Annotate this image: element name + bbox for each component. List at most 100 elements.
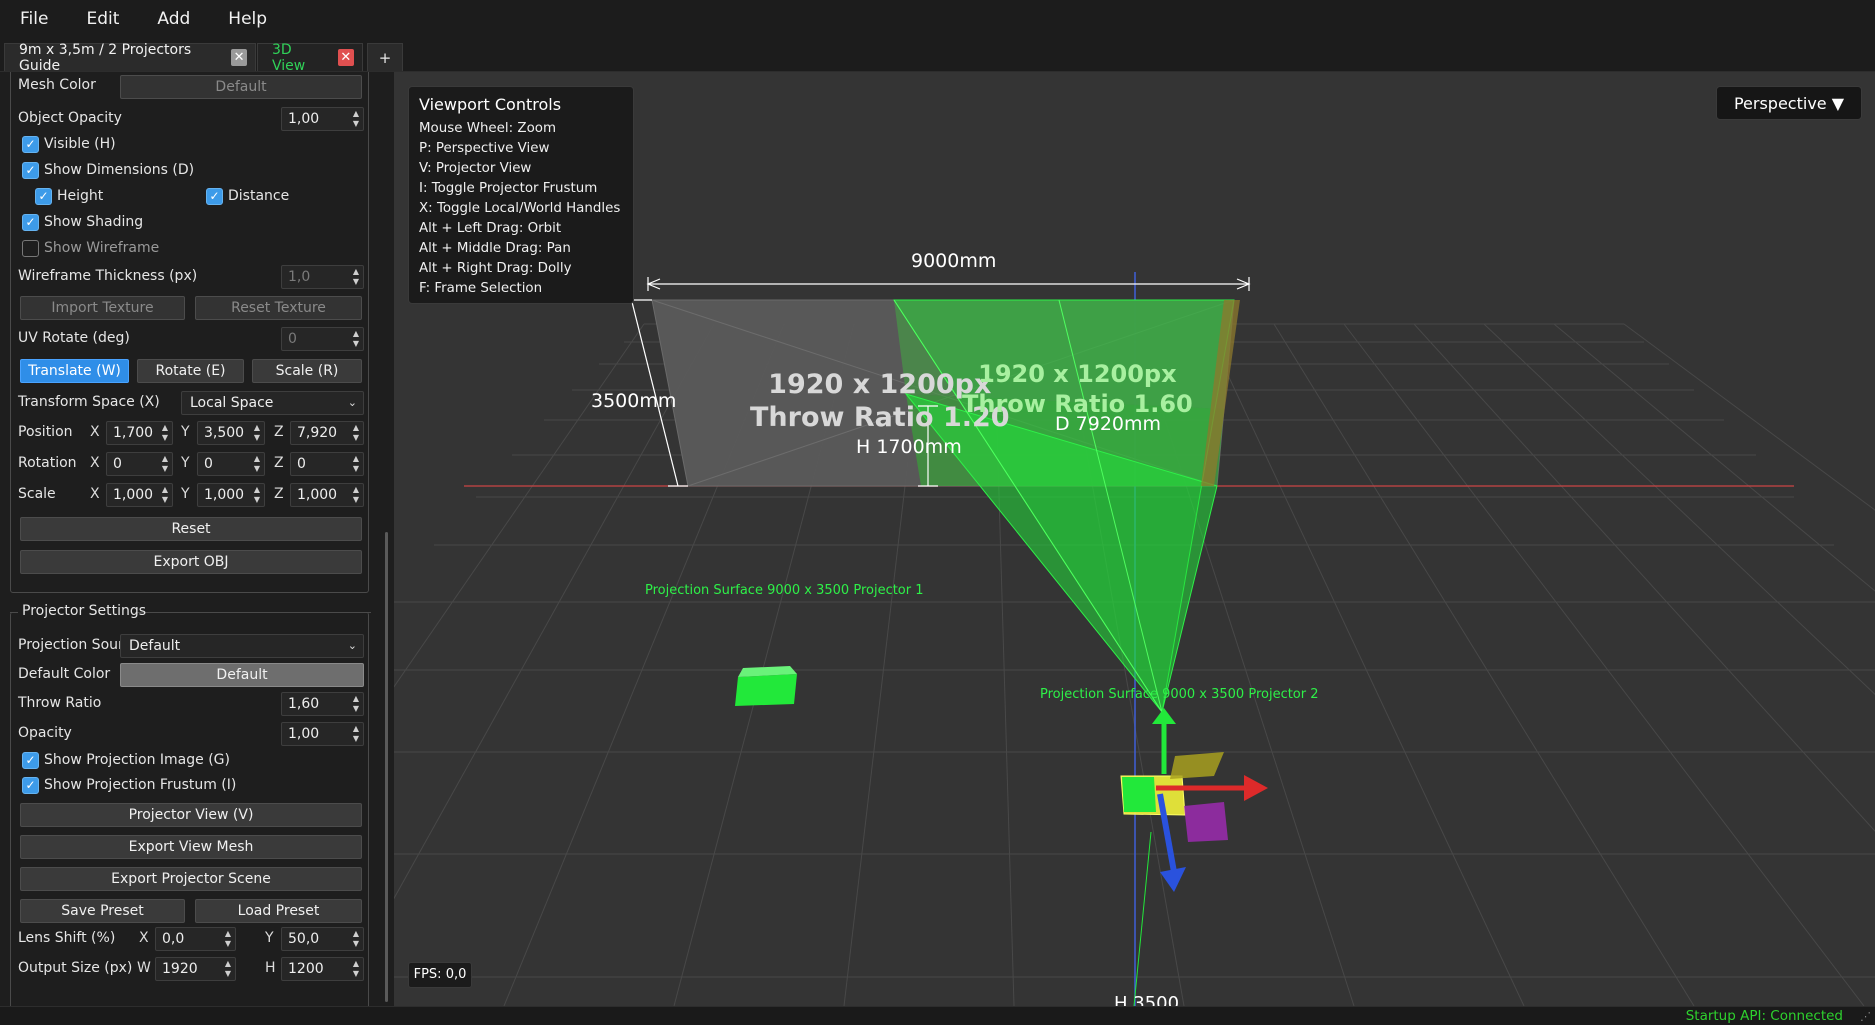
- scale-z-spinbox[interactable]: 1,000 ▲ ▼: [290, 483, 364, 507]
- spin-arrows-icon[interactable]: ▲ ▼: [223, 959, 233, 979]
- rotation-x-spinbox[interactable]: 0 ▲ ▼: [106, 452, 173, 476]
- menu-help[interactable]: Help: [216, 9, 279, 29]
- spin-value: 3,500: [204, 425, 245, 441]
- spin-arrows-icon[interactable]: ▲ ▼: [252, 454, 262, 474]
- rotation-z-spinbox[interactable]: 0 ▲ ▼: [290, 452, 364, 476]
- opacity-label: Opacity: [18, 725, 72, 741]
- spin-arrows-icon[interactable]: ▲ ▼: [351, 329, 361, 349]
- projection-source-dropdown[interactable]: Default ⌄: [120, 634, 364, 658]
- axis-x-label: X: [90, 486, 100, 502]
- spin-arrows-icon[interactable]: ▲ ▼: [252, 485, 262, 505]
- projector-view-button[interactable]: Projector View (V): [20, 803, 362, 827]
- load-preset-button[interactable]: Load Preset: [195, 899, 362, 923]
- properties-sidebar: Mesh Color Default Object Opacity 1,00 ▲ ▼…: [0, 72, 394, 1006]
- spin-arrows-icon[interactable]: ▲ ▼: [351, 267, 361, 287]
- spin-arrows-icon[interactable]: ▲ ▼: [223, 929, 233, 949]
- projector-1-body[interactable]: [735, 674, 797, 706]
- rotation-y-spinbox[interactable]: 0 ▲ ▼: [197, 452, 265, 476]
- d-dimension-label: D 7920mm: [1055, 413, 1162, 435]
- rotate-button[interactable]: Rotate (E): [137, 359, 244, 383]
- sidebar-scrollbar[interactable]: [385, 532, 388, 1002]
- distance-label: Distance: [228, 188, 290, 204]
- position-y-spinbox[interactable]: 3,500 ▲ ▼: [197, 421, 265, 445]
- axis-x-label: X: [139, 930, 149, 946]
- export-obj-button[interactable]: Export OBJ: [20, 550, 362, 574]
- resize-grip-icon[interactable]: ⋰: [1860, 1010, 1871, 1023]
- spin-arrows-icon[interactable]: ▲ ▼: [160, 454, 170, 474]
- show-wireframe-checkbox[interactable]: [22, 240, 39, 257]
- spin-arrows-icon[interactable]: ▲ ▼: [252, 423, 262, 443]
- control-hint: Mouse Wheel: Zoom: [419, 121, 556, 136]
- show-projection-image-label: Show Projection Image (G): [44, 752, 230, 768]
- spin-arrows-icon[interactable]: ▲ ▼: [351, 109, 361, 129]
- reset-texture-button[interactable]: Reset Texture: [195, 296, 362, 320]
- scale-x-spinbox[interactable]: 1,000 ▲ ▼: [106, 483, 173, 507]
- view-mode-dropdown[interactable]: Perspective ▼: [1716, 86, 1862, 120]
- position-z-spinbox[interactable]: 7,920 ▲ ▼: [290, 421, 364, 445]
- lens-shift-x-spinbox[interactable]: 0,0 ▲ ▼: [155, 927, 236, 951]
- spin-arrows-icon[interactable]: ▲ ▼: [351, 485, 361, 505]
- menu-file[interactable]: File: [8, 9, 60, 29]
- wireframe-thickness-spinbox[interactable]: 1,0 ▲ ▼: [281, 265, 364, 289]
- axis-z-label: Z: [274, 486, 284, 502]
- status-bar: Startup API: Connected ⋰: [0, 1006, 1875, 1025]
- reset-transform-button[interactable]: Reset: [20, 517, 362, 541]
- gizmo-xz-plane[interactable]: [1184, 802, 1228, 842]
- spin-arrows-icon[interactable]: ▲ ▼: [351, 694, 361, 714]
- 3d-viewport[interactable]: 9000mm 3500mm 1920 x 1200px Throw Ratio …: [394, 72, 1875, 1006]
- spin-value: 1200: [288, 961, 324, 977]
- chevron-down-icon: ⌄: [347, 639, 357, 652]
- spin-arrows-icon[interactable]: ▲ ▼: [160, 485, 170, 505]
- axis-y-label: Y: [265, 930, 274, 946]
- spin-arrows-icon[interactable]: ▲ ▼: [160, 423, 170, 443]
- height-checkbox[interactable]: ✓: [35, 188, 52, 205]
- throw-ratio-spinbox[interactable]: 1,60 ▲ ▼: [281, 692, 364, 716]
- gizmo-z-arrow[interactable]: [1160, 867, 1186, 892]
- uv-rotate-spinbox[interactable]: 0 ▲ ▼: [281, 327, 364, 351]
- gizmo-y-arrow[interactable]: [1152, 708, 1176, 724]
- menu-edit[interactable]: Edit: [74, 9, 131, 29]
- position-x-spinbox[interactable]: 1,700 ▲ ▼: [106, 421, 173, 445]
- spin-arrows-icon[interactable]: ▲ ▼: [351, 959, 361, 979]
- show-dimensions-checkbox[interactable]: ✓: [22, 162, 39, 179]
- projector-2-body[interactable]: [1122, 777, 1156, 812]
- gizmo-xy-plane[interactable]: [1170, 752, 1224, 779]
- height-label: Height: [57, 188, 104, 204]
- translate-button[interactable]: Translate (W): [20, 359, 129, 383]
- output-width-spinbox[interactable]: 1920 ▲ ▼: [155, 957, 236, 981]
- export-projector-scene-button[interactable]: Export Projector Scene: [20, 867, 362, 891]
- distance-checkbox[interactable]: ✓: [206, 188, 223, 205]
- close-icon[interactable]: ✕: [337, 49, 354, 66]
- position-label: Position: [18, 424, 73, 440]
- spin-arrows-icon[interactable]: ▲ ▼: [351, 724, 361, 744]
- save-preset-button[interactable]: Save Preset: [20, 899, 185, 923]
- scale-button[interactable]: Scale (R): [252, 359, 362, 383]
- gizmo-x-arrow[interactable]: [1244, 775, 1268, 801]
- tab-3d-view[interactable]: 3D View ✕: [257, 42, 363, 74]
- object-opacity-spinbox[interactable]: 1,00 ▲ ▼: [281, 107, 364, 131]
- chevron-down-icon: ⌄: [347, 396, 357, 409]
- close-icon[interactable]: ✕: [231, 49, 247, 66]
- transform-space-dropdown[interactable]: Local Space ⌄: [181, 391, 364, 415]
- mesh-color-button[interactable]: Default: [120, 75, 362, 99]
- import-texture-button[interactable]: Import Texture: [20, 296, 185, 320]
- spin-arrows-icon[interactable]: ▲ ▼: [351, 423, 361, 443]
- visible-checkbox[interactable]: ✓: [22, 136, 39, 153]
- spin-arrows-icon[interactable]: ▲ ▼: [351, 454, 361, 474]
- lens-shift-y-spinbox[interactable]: 50,0 ▲ ▼: [281, 927, 364, 951]
- projector-settings-title: Projector Settings: [22, 603, 147, 619]
- opacity-spinbox[interactable]: 1,00 ▲ ▼: [281, 722, 364, 746]
- height-dimension-label: 3500mm: [591, 390, 677, 412]
- show-shading-checkbox[interactable]: ✓: [22, 214, 39, 231]
- add-tab-button[interactable]: +: [367, 43, 403, 71]
- default-color-button[interactable]: Default: [120, 663, 364, 687]
- export-view-mesh-button[interactable]: Export View Mesh: [20, 835, 362, 859]
- tab-projectors-guide[interactable]: 9m x 3,5m / 2 Projectors Guide ✕: [4, 42, 256, 74]
- show-projection-image-checkbox[interactable]: ✓: [22, 752, 39, 769]
- output-height-spinbox[interactable]: 1200 ▲ ▼: [281, 957, 364, 981]
- group-border: [10, 612, 18, 613]
- show-projection-frustum-checkbox[interactable]: ✓: [22, 777, 39, 794]
- spin-arrows-icon[interactable]: ▲ ▼: [351, 929, 361, 949]
- menu-add[interactable]: Add: [145, 9, 202, 29]
- scale-y-spinbox[interactable]: 1,000 ▲ ▼: [197, 483, 265, 507]
